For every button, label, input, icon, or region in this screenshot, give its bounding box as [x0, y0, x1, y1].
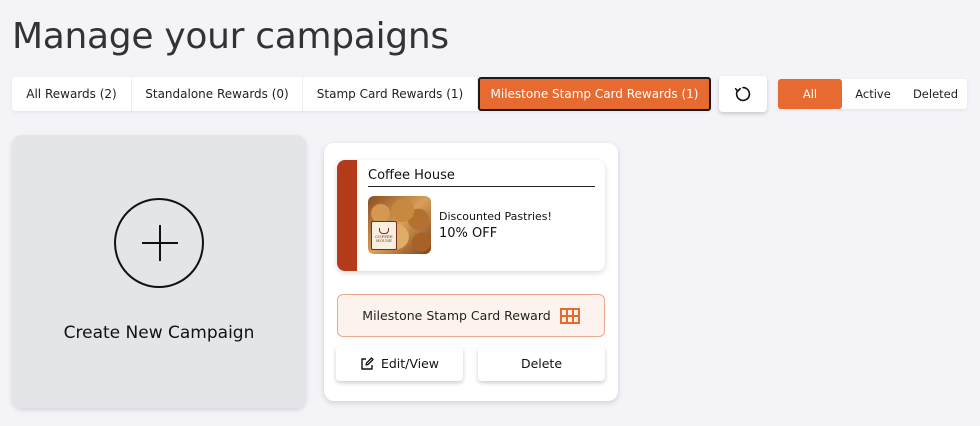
create-campaign-card[interactable]: Create New Campaign [12, 135, 306, 408]
tab-milestone-stamp-card-rewards[interactable]: Milestone Stamp Card Rewards (1) [478, 77, 711, 111]
reward-preview: Coffee House COFFEE HOUSE Discounted Pas… [337, 160, 605, 271]
status-filter: All Active Deleted [778, 79, 967, 109]
reward-type-label: Milestone Stamp Card Reward [362, 308, 551, 323]
tab-standalone-rewards[interactable]: Standalone Rewards (0) [132, 77, 303, 111]
create-campaign-label: Create New Campaign [63, 323, 255, 343]
reward-stripe [337, 160, 357, 271]
page-title: Manage your campaigns [12, 16, 449, 57]
filter-deleted[interactable]: Deleted [904, 79, 967, 109]
reward-type-badge: Milestone Stamp Card Reward [337, 294, 605, 337]
tab-stamp-card-rewards[interactable]: Stamp Card Rewards (1) [303, 77, 478, 111]
business-name: Coffee House [368, 168, 595, 187]
refresh-icon [734, 86, 751, 102]
refresh-button[interactable] [719, 76, 767, 112]
edit-view-label: Edit/View [380, 356, 440, 371]
reward-image: COFFEE HOUSE [368, 196, 431, 254]
campaign-card: Coffee House COFFEE HOUSE Discounted Pas… [324, 143, 618, 401]
edit-icon [361, 356, 374, 370]
grid-icon [559, 307, 580, 324]
delete-button[interactable]: Delete [478, 346, 605, 381]
reward-type-tabs: All Rewards (2) Standalone Rewards (0) S… [12, 77, 711, 111]
plus-circle-icon [114, 198, 204, 288]
filter-all[interactable]: All [778, 79, 842, 109]
edit-view-button[interactable]: Edit/View [336, 346, 463, 381]
tab-all-rewards[interactable]: All Rewards (2) [12, 77, 132, 111]
logo-text-bottom: HOUSE [376, 238, 392, 243]
reward-value: 10% OFF [439, 226, 498, 241]
coffee-house-logo: COFFEE HOUSE [371, 221, 397, 250]
filter-active[interactable]: Active [842, 79, 904, 109]
delete-label: Delete [520, 356, 563, 371]
reward-title: Discounted Pastries! [439, 210, 552, 223]
